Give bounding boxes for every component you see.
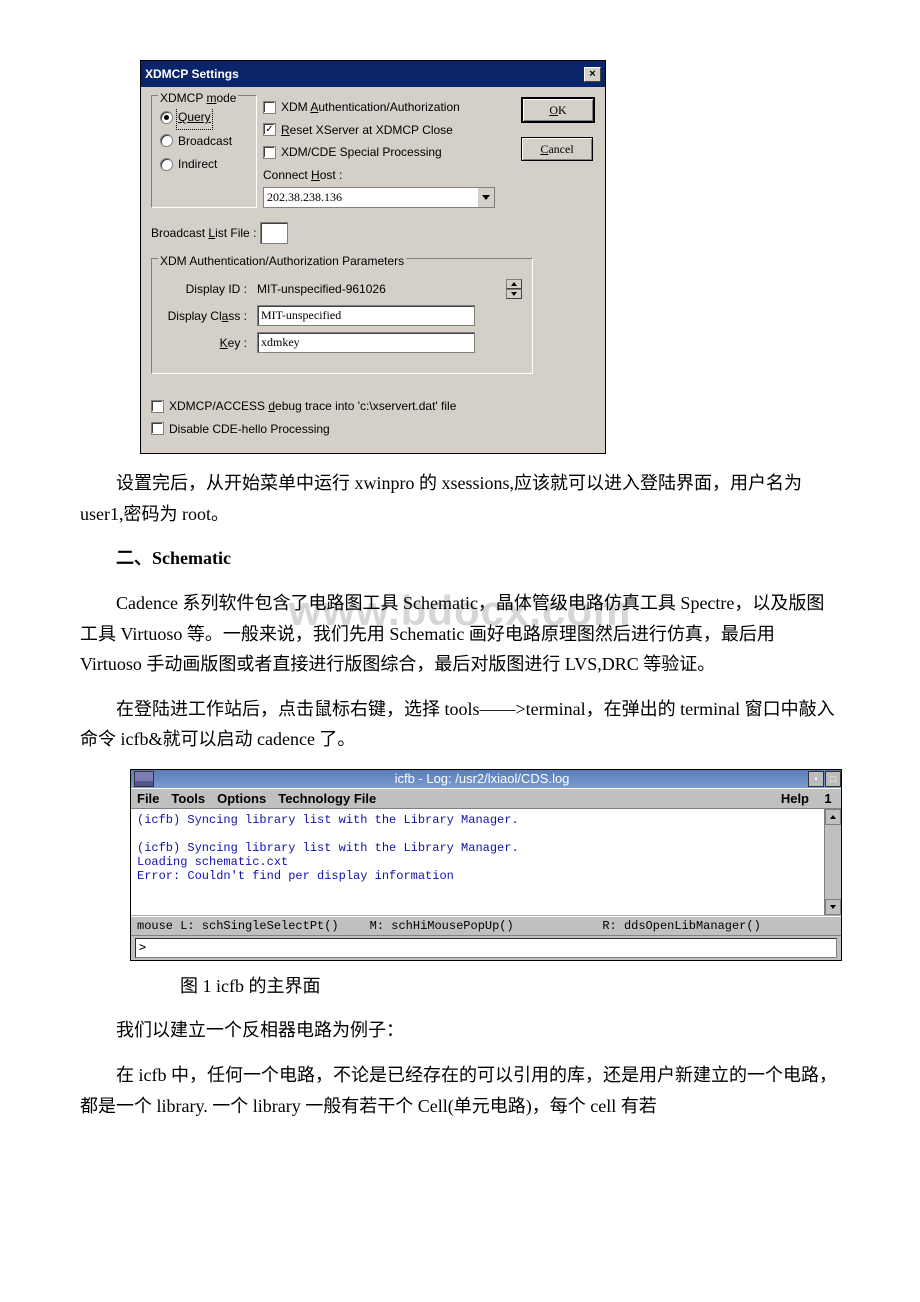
chk-reset-xserver[interactable]: ✓ Reset XServer at XDMCP Close	[263, 120, 498, 140]
log-line: Error: Couldn't find per display informa…	[137, 869, 454, 883]
chk-special-label: XDM/CDE Special Processing	[281, 142, 442, 162]
spin-up-icon[interactable]	[506, 279, 522, 289]
radio-broadcast-label: Broadcast	[178, 131, 232, 151]
dialog-title-text: XDMCP Settings	[145, 64, 239, 84]
xdmcp-mode-group-label: XDMCP mode	[158, 88, 238, 108]
icfb-titlebar[interactable]: icfb - Log: /usr2/lxiaol/CDS.log • □	[131, 770, 841, 788]
auth-params-group-label: XDM Authentication/Authorization Paramet…	[158, 251, 406, 271]
radio-query-label: Query	[178, 107, 211, 127]
icfb-dot-icon[interactable]: •	[808, 771, 824, 787]
icfb-status-bar: mouse L: schSingleSelectPt() M: schHiMou…	[131, 916, 841, 935]
icfb-maximize-icon[interactable]: □	[825, 771, 841, 787]
menu-technology-file[interactable]: Technology File	[278, 791, 376, 806]
radio-icon	[160, 111, 173, 124]
radio-indirect-label: Indirect	[178, 154, 217, 174]
menu-help[interactable]: Help	[781, 791, 809, 806]
chk-xdm-auth[interactable]: XDM Authentication/Authorization	[263, 97, 498, 117]
icfb-scrollbar[interactable]	[824, 809, 841, 915]
status-mouse-l: mouse L: schSingleSelectPt()	[137, 919, 370, 933]
icfb-command-input[interactable]: >	[135, 938, 837, 958]
system-menu-icon[interactable]	[134, 771, 154, 787]
radio-indirect[interactable]: Indirect	[160, 154, 248, 174]
display-id-spinner[interactable]	[506, 279, 522, 299]
chk-debug-trace[interactable]: XDMCP/ACCESS debug trace into 'c:\xserve…	[151, 396, 595, 416]
radio-query[interactable]: Query	[160, 107, 248, 127]
checkbox-icon: ✓	[263, 123, 276, 136]
paragraph-library-explain: 在 icfb 中，任何一个电路，不论是已经存在的可以引用的库，还是用户新建立的一…	[80, 1060, 840, 1121]
dialog-titlebar[interactable]: XDMCP Settings ×	[141, 61, 605, 87]
icfb-menubar: File Tools Options Technology File Help …	[131, 788, 841, 809]
close-icon[interactable]: ×	[584, 67, 601, 82]
dropdown-icon[interactable]	[477, 188, 494, 207]
scroll-up-icon[interactable]	[825, 809, 841, 825]
ok-button[interactable]: OK	[521, 97, 595, 123]
checkbox-icon	[263, 101, 276, 114]
chk-disable-cde-label: Disable CDE-hello Processing	[169, 419, 330, 439]
auth-params-group: XDM Authentication/Authorization Paramet…	[151, 258, 533, 374]
display-class-label: Display Class :	[162, 306, 247, 326]
chk-xdm-auth-label: XDM Authentication/Authorization	[281, 97, 460, 117]
menu-window-number[interactable]: 1	[821, 791, 835, 806]
display-id-label: Display ID :	[162, 279, 247, 299]
menu-options[interactable]: Options	[217, 791, 266, 806]
radio-icon	[160, 158, 173, 171]
figure-1-caption: 图 1 icfb 的主界面	[180, 971, 840, 1002]
cancel-button[interactable]: Cancel	[521, 137, 593, 161]
broadcast-list-file-input[interactable]	[260, 222, 288, 244]
connect-host-label: Connect Host :	[263, 165, 498, 185]
log-line: (icfb) Syncing library list with the Lib…	[137, 813, 519, 827]
checkbox-icon	[151, 400, 164, 413]
checkbox-icon	[263, 146, 276, 159]
menu-tools[interactable]: Tools	[171, 791, 205, 806]
checkbox-icon	[151, 422, 164, 435]
log-line: Loading schematic.cxt	[137, 855, 288, 869]
xdmcp-settings-dialog: XDMCP Settings × XDMCP mode Query Broadc…	[140, 60, 606, 454]
display-id-value: MIT-unspecified-961026	[257, 279, 386, 299]
icfb-title-text: icfb - Log: /usr2/lxiaol/CDS.log	[157, 771, 807, 786]
spin-down-icon[interactable]	[506, 289, 522, 299]
icfb-window: icfb - Log: /usr2/lxiaol/CDS.log • □ Fil…	[130, 769, 842, 961]
chk-debug-trace-label: XDMCP/ACCESS debug trace into 'c:\xserve…	[169, 396, 456, 416]
status-mouse-r: R: ddsOpenLibManager()	[602, 919, 835, 933]
paragraph-cadence-intro: Cadence 系列软件包含了电路图工具 Schematic，晶体管级电路仿真工…	[80, 588, 840, 680]
icfb-log-area: (icfb) Syncing library list with the Lib…	[131, 809, 841, 916]
key-input[interactable]	[257, 332, 475, 353]
radio-broadcast[interactable]: Broadcast	[160, 131, 248, 151]
xdmcp-mode-group: XDMCP mode Query Broadcast Indirect	[151, 95, 257, 208]
log-line: (icfb) Syncing library list with the Lib…	[137, 841, 519, 855]
chk-special-processing[interactable]: XDM/CDE Special Processing	[263, 142, 498, 162]
paragraph-settings-done: 设置完后，从开始菜单中运行 xwinpro 的 xsessions,应该就可以进…	[80, 468, 840, 529]
menu-file[interactable]: File	[137, 791, 159, 806]
connect-host-combo[interactable]	[263, 187, 495, 208]
paragraph-launch-icfb: 在登陆进工作站后，点击鼠标右键，选择 tools——>terminal，在弹出的…	[80, 694, 840, 755]
heading-schematic: 二、Schematic	[80, 543, 840, 574]
key-label: Key :	[162, 333, 247, 353]
connect-host-input[interactable]	[264, 188, 477, 207]
display-class-input[interactable]	[257, 305, 475, 326]
scroll-track[interactable]	[825, 825, 841, 899]
icfb-command-area: >	[131, 935, 841, 960]
status-mouse-m: M: schHiMousePopUp()	[370, 919, 603, 933]
chk-reset-label: Reset XServer at XDMCP Close	[281, 120, 453, 140]
paragraph-inverter-example: 我们以建立一个反相器电路为例子：	[80, 1015, 840, 1046]
chk-disable-cde[interactable]: Disable CDE-hello Processing	[151, 419, 595, 439]
scroll-down-icon[interactable]	[825, 899, 841, 915]
radio-icon	[160, 134, 173, 147]
broadcast-list-file-label: Broadcast List File :	[151, 223, 256, 243]
